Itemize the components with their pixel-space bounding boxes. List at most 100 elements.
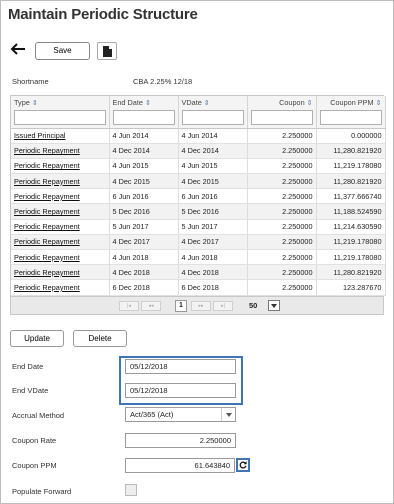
vdate-cell: 4 Jun 2014 — [178, 128, 248, 144]
end-date-cell: 4 Jun 2014 — [109, 128, 179, 144]
end-date-cell: 4 Dec 2017 — [109, 234, 179, 251]
vdate-cell: 5 Dec 2016 — [178, 203, 248, 220]
vdate-cell: 6 Dec 2018 — [178, 279, 248, 296]
current-page: 1 — [175, 300, 187, 312]
next-page-button[interactable]: ▸▸ — [191, 301, 211, 311]
page-size-dropdown[interactable] — [268, 300, 280, 311]
type-cell[interactable]: Periodic Repayment — [11, 143, 110, 159]
end-date-input[interactable]: 05/12/2018 — [125, 359, 236, 374]
table-row[interactable]: Periodic Repayment 5 Jun 2017 5 Jun 2017 2.… — [11, 219, 386, 235]
coupon-ppm-cell: 11,280.821920 — [316, 173, 386, 190]
column-header-type[interactable]: Type ⇕ — [11, 96, 110, 129]
refresh-icon — [239, 461, 247, 469]
coupon-cell: 2.250000 — [247, 264, 317, 281]
coupon-ppm-label: Coupon PPM — [12, 461, 57, 470]
coupon-cell: 2.250000 — [247, 219, 317, 235]
coupon-cell: 2.250000 — [247, 188, 317, 205]
coupon-ppm-cell: 11,280.821920 — [316, 143, 386, 159]
end-date-cell: 5 Dec 2016 — [109, 203, 179, 220]
column-header-vdate[interactable]: VDate ⇕ — [178, 96, 248, 129]
prev-page-button[interactable]: ◂◂ — [141, 301, 161, 311]
grid-pager: |◂ ◂◂ 1 ▸▸ ▸| 50 — [11, 296, 383, 314]
type-cell[interactable]: Periodic Repayment — [11, 219, 110, 235]
type-cell[interactable]: Periodic Repayment — [11, 188, 110, 205]
vdate-cell: 4 Jun 2015 — [178, 158, 248, 175]
end-date-label: End Date — [12, 362, 44, 371]
populate-forward-label: Populate Forward — [12, 487, 72, 496]
end-vdate-label: End VDate — [12, 386, 49, 395]
coupon-cell: 2.250000 — [247, 203, 317, 220]
periodic-structure-grid: Type ⇕ End Date ⇕ VDate ⇕ Coupon ⇕ Coupon PP… — [10, 95, 386, 315]
first-page-button[interactable]: |◂ — [119, 301, 139, 311]
table-row[interactable]: Periodic Repayment 4 Jun 2015 4 Jun 2015 2.… — [11, 158, 386, 175]
vdate-cell: 4 Dec 2015 — [178, 173, 248, 190]
update-button[interactable]: Update — [10, 330, 64, 347]
table-row[interactable]: Periodic Repayment 5 Dec 2016 5 Dec 2016 2.… — [11, 203, 386, 220]
type-cell[interactable]: Issued Principal — [11, 128, 110, 144]
coupon-ppm-cell: 11,188.524590 — [316, 203, 386, 220]
coupon-cell: 2.250000 — [247, 143, 317, 159]
populate-forward-checkbox[interactable] — [125, 484, 137, 496]
accrual-method-label: Accrual Method — [12, 411, 65, 420]
table-row[interactable]: Periodic Repayment 6 Jun 2016 6 Jun 2016 2.… — [11, 188, 386, 205]
type-cell[interactable]: Periodic Repayment — [11, 279, 110, 296]
coupon-ppm-cell: 123.287670 — [316, 279, 386, 296]
filter-coupon-ppm-input[interactable] — [319, 110, 382, 125]
type-cell[interactable]: Periodic Repayment — [11, 249, 110, 266]
coupon-ppm-cell: 11,219.178080 — [316, 234, 386, 251]
accrual-method-value: Act/365 (Act) — [130, 410, 174, 419]
filter-end-date-input[interactable] — [112, 110, 175, 125]
coupon-rate-label: Coupon Rate — [12, 436, 57, 445]
end-date-cell: 6 Jun 2016 — [109, 188, 179, 205]
coupon-ppm-input[interactable]: 61.643840 — [125, 458, 235, 473]
filter-vdate-input[interactable] — [181, 110, 244, 125]
type-cell[interactable]: Periodic Repayment — [11, 264, 110, 281]
end-date-cell: 6 Dec 2018 — [109, 279, 179, 296]
vdate-cell: 4 Dec 2018 — [178, 264, 248, 281]
last-page-button[interactable]: ▸| — [213, 301, 233, 311]
coupon-ppm-cell: 11,377.666740 — [316, 188, 386, 205]
delete-button[interactable]: Delete — [73, 330, 127, 347]
table-row[interactable]: Issued Principal 4 Jun 2014 4 Jun 2014 2.25… — [11, 128, 386, 144]
sort-icon: ⇕ — [306, 100, 313, 107]
table-row[interactable]: Periodic Repayment 4 Dec 2015 4 Dec 2015 2.… — [11, 173, 386, 190]
table-row[interactable]: Periodic Repayment 4 Dec 2018 4 Dec 2018 2.… — [11, 264, 386, 281]
coupon-cell: 2.250000 — [247, 158, 317, 175]
type-cell[interactable]: Periodic Repayment — [11, 203, 110, 220]
column-header-coupon-ppm[interactable]: Coupon PPM ⇕ — [316, 96, 386, 129]
table-row[interactable]: Periodic Repayment 4 Dec 2014 4 Dec 2014 2.… — [11, 143, 386, 159]
vdate-cell: 4 Dec 2017 — [178, 234, 248, 251]
chevron-down-icon — [221, 408, 235, 421]
type-cell[interactable]: Periodic Repayment — [11, 158, 110, 175]
type-cell[interactable]: Periodic Repayment — [11, 234, 110, 251]
coupon-cell: 2.250000 — [247, 249, 317, 266]
coupon-cell: 2.250000 — [247, 128, 317, 144]
filter-coupon-input[interactable] — [250, 110, 313, 125]
coupon-ppm-cell: 11,219.178080 — [316, 158, 386, 175]
coupon-ppm-cell: 11,219.178080 — [316, 249, 386, 266]
vdate-cell: 4 Jun 2018 — [178, 249, 248, 266]
vdate-cell: 5 Jun 2017 — [178, 219, 248, 235]
type-cell[interactable]: Periodic Repayment — [11, 173, 110, 190]
end-date-cell: 4 Dec 2015 — [109, 173, 179, 190]
filter-type-input[interactable] — [14, 110, 106, 125]
sort-icon: ⇕ — [203, 100, 210, 107]
column-header-coupon[interactable]: Coupon ⇕ — [247, 96, 317, 129]
end-vdate-input[interactable]: 05/12/2018 — [125, 383, 236, 398]
document-button[interactable] — [97, 42, 117, 60]
recalculate-button[interactable] — [236, 458, 250, 472]
sort-icon: ⇕ — [375, 100, 382, 107]
table-row[interactable]: Periodic Repayment 4 Dec 2017 4 Dec 2017 2.… — [11, 234, 386, 251]
end-date-cell: 4 Dec 2014 — [109, 143, 179, 159]
accrual-method-select[interactable]: Act/365 (Act) — [125, 407, 236, 422]
vdate-cell: 4 Dec 2014 — [178, 143, 248, 159]
shortname-label: Shortname — [12, 77, 49, 86]
save-button[interactable]: Save — [35, 42, 90, 60]
coupon-rate-input[interactable]: 2.250000 — [125, 433, 236, 448]
table-row[interactable]: Periodic Repayment 4 Jun 2018 4 Jun 2018 2.… — [11, 249, 386, 266]
end-date-cell: 4 Jun 2015 — [109, 158, 179, 175]
column-header-end-date[interactable]: End Date ⇕ — [109, 96, 179, 129]
table-row[interactable]: Periodic Repayment 6 Dec 2018 6 Dec 2018 2.… — [11, 279, 386, 296]
coupon-cell: 2.250000 — [247, 234, 317, 251]
back-button[interactable] — [10, 43, 28, 57]
